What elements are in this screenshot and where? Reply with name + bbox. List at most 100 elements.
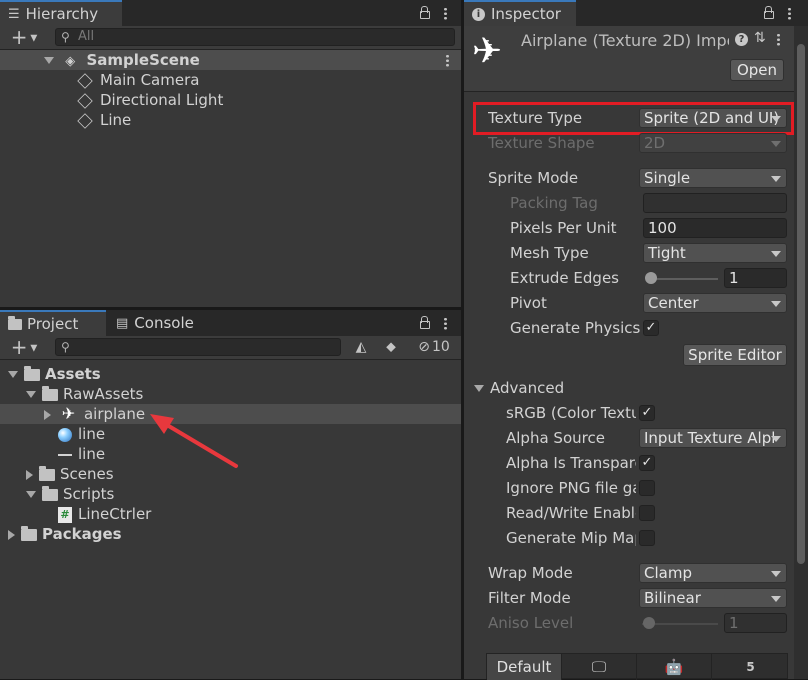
lock-icon[interactable] (763, 6, 774, 19)
advanced-foldout[interactable]: Advanced (474, 378, 564, 398)
gameobject-icon (77, 112, 93, 129)
add-button[interactable]: + ▼ (6, 27, 42, 48)
pixels-per-unit-label: Pixels Per Unit (510, 219, 617, 237)
mesh-type-label: Mesh Type (510, 244, 589, 262)
csharp-script-icon: # (58, 506, 72, 523)
alpha-transparency-checkbox[interactable]: ✓ (639, 455, 655, 471)
project-item-rawassets[interactable]: RawAssets (26, 384, 143, 404)
header-more-icon[interactable] (777, 33, 780, 46)
collapse-arrow-icon[interactable] (44, 409, 51, 420)
lock-icon[interactable] (419, 316, 430, 329)
hierarchy-search-input[interactable]: ⚲ All (55, 28, 455, 46)
folder-open-icon (42, 385, 58, 401)
hierarchy-panel: ☰ Hierarchy + ▼ ⚲ All ◈ SampleScene Main… (0, 0, 461, 307)
project-search-input[interactable]: ⚲ (55, 338, 341, 356)
collapse-arrow-icon[interactable] (26, 469, 33, 480)
folder-open-icon (24, 365, 40, 381)
project-toolbar: + ▼ ⚲ ◭ ⬥ ⊘ 10 (0, 336, 461, 360)
read-write-checkbox[interactable] (639, 505, 655, 521)
collapse-arrow-icon[interactable] (8, 529, 15, 540)
annotation-arrow (150, 414, 238, 468)
mesh-type-dropdown[interactable]: Tight (643, 243, 787, 263)
srgb-checkbox[interactable]: ✓ (639, 405, 655, 421)
expand-arrow-icon[interactable] (474, 385, 484, 392)
open-button[interactable]: Open (730, 59, 784, 81)
more-icon[interactable] (444, 317, 447, 330)
help-icon[interactable]: ? (735, 33, 748, 46)
expand-arrow-icon[interactable] (44, 57, 54, 64)
generate-mipmaps-checkbox[interactable] (639, 530, 655, 546)
tab-console[interactable]: ▤ Console (108, 310, 218, 336)
alpha-source-dropdown[interactable]: Input Texture Alpl (639, 428, 787, 448)
eye-slash-icon: ⊘ (418, 339, 430, 355)
material-sphere-icon (58, 427, 72, 442)
texture-shape-label: Texture Shape (488, 134, 595, 152)
sprite-mode-label: Sprite Mode (488, 169, 579, 187)
pivot-label: Pivot (510, 294, 547, 312)
platform-tab-android[interactable]: 🤖 (637, 654, 712, 680)
aniso-level-field: 1 (724, 613, 787, 633)
scrollbar-thumb[interactable] (797, 44, 805, 564)
lock-icon[interactable] (419, 6, 430, 19)
extrude-edges-field[interactable]: 1 (724, 268, 787, 288)
filter-mode-dropdown[interactable]: Bilinear (639, 588, 787, 608)
hierarchy-tab-label: Hierarchy (25, 5, 99, 23)
sprite-mode-dropdown[interactable]: Single (639, 168, 787, 188)
platform-tabs: Default 🖵 🤖 5 (486, 653, 789, 680)
ignore-png-gamma-checkbox[interactable] (639, 480, 655, 496)
extrude-edges-label: Extrude Edges (510, 269, 619, 287)
wrap-mode-label: Wrap Mode (488, 564, 573, 582)
highlight-box (473, 102, 794, 135)
read-write-label: Read/Write Enable (506, 504, 636, 522)
packing-tag-field (643, 193, 787, 213)
project-item-line-material[interactable]: line (58, 444, 105, 464)
project-item-assets[interactable]: Assets (8, 364, 101, 384)
aniso-level-slider-handle (643, 617, 655, 629)
hierarchy-item-directional-light[interactable]: Directional Light (77, 90, 223, 110)
hidden-packages-button[interactable]: ⊘ 10 (412, 338, 456, 356)
extrude-edges-slider-handle[interactable] (645, 272, 657, 284)
pixels-per-unit-field[interactable]: 100 (643, 218, 787, 238)
search-icon: ⚲ (61, 340, 70, 354)
expand-arrow-icon[interactable] (26, 491, 36, 498)
project-item-scripts[interactable]: Scripts (26, 484, 114, 504)
preset-icon[interactable]: ⇅ (754, 30, 766, 46)
platform-tab-standalone[interactable]: 🖵 (562, 654, 637, 680)
more-icon[interactable] (444, 7, 447, 20)
project-item-linectrler[interactable]: # LineCtrler (58, 504, 151, 524)
pivot-dropdown[interactable]: Center (643, 293, 787, 313)
inspector-scrollbar[interactable] (794, 26, 808, 679)
project-item-scenes[interactable]: Scenes (26, 464, 114, 484)
project-item-packages[interactable]: Packages (8, 524, 122, 544)
html5-icon: 5 (746, 660, 755, 674)
generate-physics-checkbox[interactable]: ✓ (643, 320, 659, 336)
expand-arrow-icon[interactable] (8, 371, 18, 378)
tab-project[interactable]: Project (0, 310, 106, 336)
filter-by-type-icon[interactable]: ◭ (350, 338, 372, 356)
more-icon[interactable] (788, 7, 791, 20)
scene-row[interactable]: ◈ SampleScene (0, 50, 461, 70)
tab-hierarchy[interactable]: ☰ Hierarchy (0, 0, 122, 26)
hierarchy-toolbar: + ▼ ⚲ All (0, 26, 461, 50)
hierarchy-item-line[interactable]: Line (77, 110, 131, 130)
generate-physics-label: Generate Physics (510, 319, 641, 337)
android-icon: 🤖 (664, 658, 684, 676)
srgb-label: sRGB (Color Textu (506, 404, 636, 422)
asset-title: Airplane (Texture 2D) Impo (521, 31, 729, 50)
search-icon: ⚲ (61, 30, 70, 44)
hierarchy-item-main-camera[interactable]: Main Camera (77, 70, 199, 90)
wrap-mode-dropdown[interactable]: Clamp (639, 563, 787, 583)
scene-more-icon[interactable] (446, 54, 449, 67)
expand-arrow-icon[interactable] (26, 391, 36, 398)
generate-mipmaps-label: Generate Mip Map (506, 529, 636, 547)
tab-inspector[interactable]: i Inspector (464, 0, 576, 26)
add-asset-button[interactable]: + ▼ (6, 337, 42, 358)
folder-icon (39, 465, 55, 481)
filter-by-label-icon[interactable]: ⬥ (380, 338, 402, 356)
gameobject-icon (77, 92, 93, 109)
platform-tab-default[interactable]: Default (487, 654, 562, 680)
project-item-line-sprite[interactable]: line (58, 424, 105, 444)
gameobject-icon (77, 72, 93, 89)
platform-tab-webgl[interactable]: 5 (712, 654, 789, 680)
sprite-editor-button[interactable]: Sprite Editor (683, 344, 787, 366)
